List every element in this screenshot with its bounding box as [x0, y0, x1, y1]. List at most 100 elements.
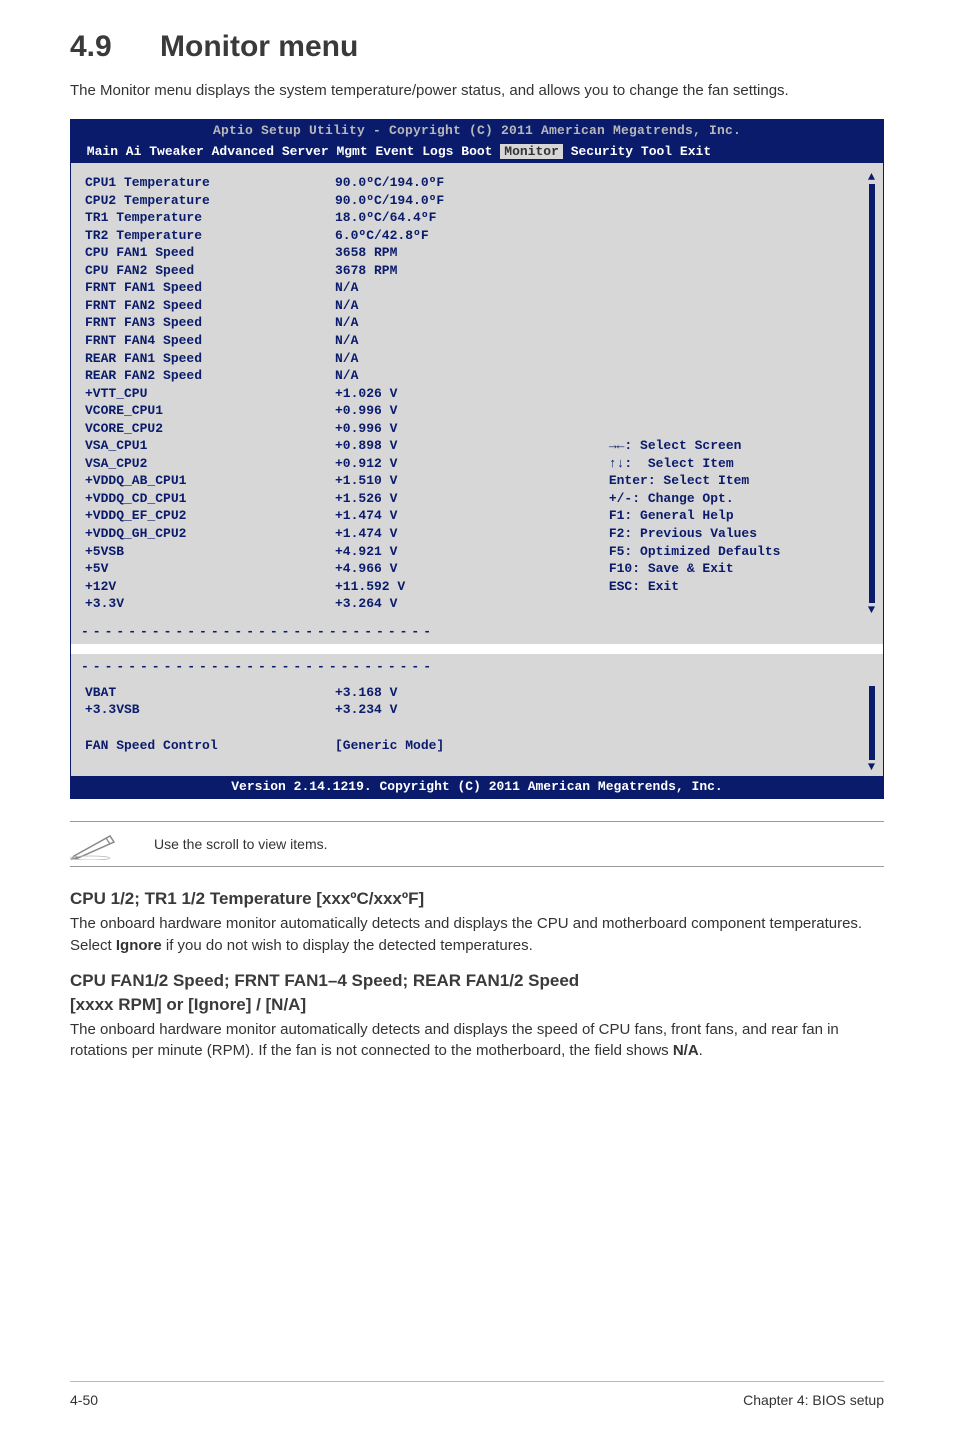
- bios-row: REAR FAN2 SpeedN/A: [85, 367, 595, 385]
- bios-row-value: +0.996 V: [335, 402, 397, 420]
- bios-row-label: VSA_CPU1: [85, 437, 335, 455]
- chapter-label: Chapter 4: BIOS setup: [743, 1392, 884, 1408]
- row-spacer: [85, 719, 883, 737]
- bios-row-label: +VDDQ_CD_CPU1: [85, 490, 335, 508]
- subheading-fan-speed-line2: [xxxx RPM] or [Ignore] / [N/A]: [70, 995, 884, 1015]
- bios-row: +5V+4.966 V: [85, 560, 595, 578]
- bios-row-value: [Generic Mode]: [335, 737, 444, 755]
- bios-row-label: FRNT FAN4 Speed: [85, 332, 335, 350]
- bios-row-label: FRNT FAN1 Speed: [85, 279, 335, 297]
- help-spacer: [609, 314, 871, 332]
- help-spacer: [609, 227, 871, 245]
- bios-row-label: VSA_CPU2: [85, 455, 335, 473]
- bios-row: CPU2 Temperature90.0ºC/194.0ºF: [85, 192, 595, 210]
- bios-scrollbar[interactable]: ▲ ▼: [866, 172, 877, 615]
- bios-row: FRNT FAN3 SpeedN/A: [85, 314, 595, 332]
- bios-lower-panel: VBAT+3.168 V+3.3VSB+3.234 V FAN Speed Co…: [71, 680, 883, 776]
- bios-row-label: +12V: [85, 578, 335, 596]
- bios-fan-speed-row[interactable]: FAN Speed Control[Generic Mode]: [85, 737, 883, 755]
- help-spacer: [609, 420, 871, 438]
- bios-row-value: +1.510 V: [335, 472, 397, 490]
- bios-row-value: N/A: [335, 332, 358, 350]
- bios-row-value: +0.996 V: [335, 420, 397, 438]
- bios-row-label: +3.3V: [85, 595, 335, 613]
- bios-row: +5VSB+4.921 V: [85, 543, 595, 561]
- bios-left-panel: CPU1 Temperature90.0ºC/194.0ºFCPU2 Tempe…: [71, 170, 599, 617]
- section-heading: 4.9Monitor menu: [70, 30, 884, 64]
- bios-row-value: N/A: [335, 367, 358, 385]
- bios-row-label: FAN Speed Control: [85, 737, 335, 755]
- bios-row-label: VCORE_CPU2: [85, 420, 335, 438]
- page-footer: 4-50 Chapter 4: BIOS setup: [70, 1381, 884, 1408]
- bios-row-value: 3658 RPM: [335, 244, 397, 262]
- bios-body: CPU1 Temperature90.0ºC/194.0ºFCPU2 Tempe…: [71, 163, 883, 623]
- help-spacer: [609, 385, 871, 403]
- scroll-track[interactable]: [869, 184, 875, 603]
- bios-row-value: +3.234 V: [335, 701, 397, 719]
- bios-row-label: TR1 Temperature: [85, 209, 335, 227]
- bios-help-line: ↑↓: Select Item: [609, 455, 871, 473]
- bios-row-label: FRNT FAN3 Speed: [85, 314, 335, 332]
- bios-help-line: F5: Optimized Defaults: [609, 543, 871, 561]
- help-spacer: [609, 174, 871, 192]
- paragraph-cpu-temp: The onboard hardware monitor automatical…: [70, 913, 884, 957]
- bios-blank-strip: [71, 644, 883, 654]
- bios-separator-dashes: ------------------------------: [71, 623, 883, 645]
- bios-help-line: F2: Previous Values: [609, 525, 871, 543]
- bios-lower-scrollbar[interactable]: ▼: [866, 684, 877, 772]
- scroll-down-icon[interactable]: ▼: [868, 605, 875, 615]
- bios-row: +VDDQ_EF_CPU2+1.474 V: [85, 507, 595, 525]
- bios-row: REAR FAN1 SpeedN/A: [85, 350, 595, 368]
- bios-row-value: +0.912 V: [335, 455, 397, 473]
- bios-separator-dashes-2: ------------------------------: [71, 654, 883, 680]
- pencil-icon: [70, 828, 116, 860]
- help-spacer: [609, 350, 871, 368]
- bios-title-bar: Aptio Setup Utility - Copyright (C) 2011…: [71, 120, 883, 142]
- intro-paragraph: The Monitor menu displays the system tem…: [70, 80, 884, 101]
- bios-row: +VDDQ_CD_CPU1+1.526 V: [85, 490, 595, 508]
- bios-row-value: +1.526 V: [335, 490, 397, 508]
- bios-row: VCORE_CPU1+0.996 V: [85, 402, 595, 420]
- bios-row-value: +1.026 V: [335, 385, 397, 403]
- bios-row: TR2 Temperature6.0ºC/42.8ºF: [85, 227, 595, 245]
- help-spacer: [609, 332, 871, 350]
- bios-row: +3.3VSB+3.234 V: [85, 701, 883, 719]
- bios-row-value: +4.966 V: [335, 560, 397, 578]
- bios-row: +VTT_CPU+1.026 V: [85, 385, 595, 403]
- bios-screen: Aptio Setup Utility - Copyright (C) 2011…: [70, 119, 884, 799]
- section-title: Monitor menu: [160, 30, 358, 63]
- bios-row-value: 3678 RPM: [335, 262, 397, 280]
- bios-help-line: ESC: Exit: [609, 578, 871, 596]
- bios-row-label: +VDDQ_GH_CPU2: [85, 525, 335, 543]
- bios-row-value: +3.264 V: [335, 595, 397, 613]
- bios-row-value: +4.921 V: [335, 543, 397, 561]
- bios-row-label: +VTT_CPU: [85, 385, 335, 403]
- bios-row-value: +1.474 V: [335, 507, 397, 525]
- help-spacer: [609, 402, 871, 420]
- bios-row-value: 6.0ºC/42.8ºF: [335, 227, 429, 245]
- bios-row: FRNT FAN4 SpeedN/A: [85, 332, 595, 350]
- bios-row-label: VCORE_CPU1: [85, 402, 335, 420]
- bios-row: CPU1 Temperature90.0ºC/194.0ºF: [85, 174, 595, 192]
- help-spacer: [609, 262, 871, 280]
- bios-row-label: VBAT: [85, 684, 335, 702]
- help-spacer: [609, 192, 871, 210]
- section-number: 4.9: [70, 30, 160, 64]
- bios-row-label: CPU2 Temperature: [85, 192, 335, 210]
- bios-help-line: F1: General Help: [609, 507, 871, 525]
- bios-row-value: N/A: [335, 297, 358, 315]
- help-spacer: [609, 244, 871, 262]
- bios-row-value: N/A: [335, 350, 358, 368]
- help-spacer: [609, 367, 871, 385]
- scroll-track-2[interactable]: [869, 686, 875, 760]
- scroll-up-icon[interactable]: ▲: [868, 172, 875, 182]
- bios-row-value: N/A: [335, 314, 358, 332]
- row-spacer: [85, 754, 883, 772]
- bold-word: Ignore: [116, 937, 162, 954]
- scroll-down-icon-2[interactable]: ▼: [868, 762, 875, 772]
- bios-row: +VDDQ_GH_CPU2+1.474 V: [85, 525, 595, 543]
- bios-row-label: +3.3VSB: [85, 701, 335, 719]
- bios-row-label: FRNT FAN2 Speed: [85, 297, 335, 315]
- subheading-cpu-temp: CPU 1/2; TR1 1/2 Temperature [xxxºC/xxxº…: [70, 889, 884, 909]
- help-spacer: [609, 279, 871, 297]
